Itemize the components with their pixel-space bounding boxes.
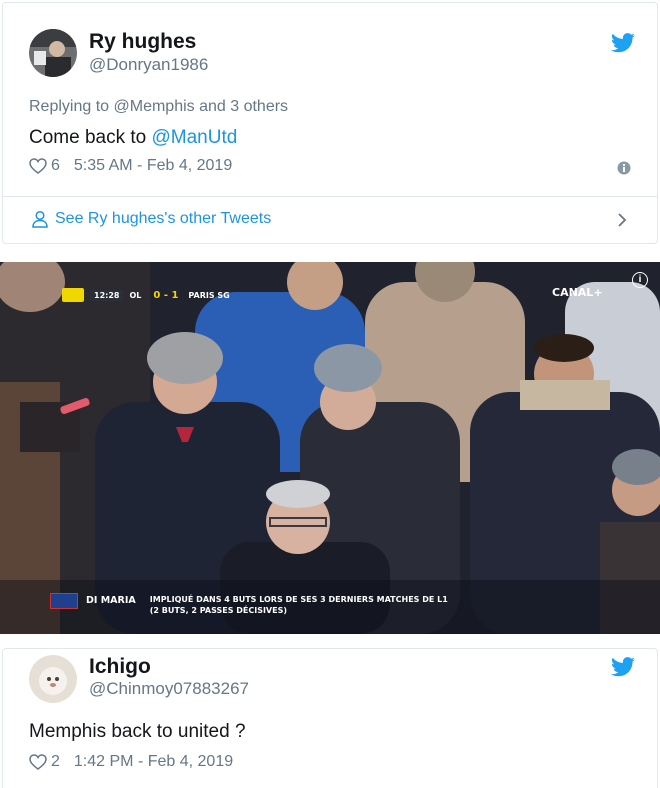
caption-text: IMPLIQUÉ DANS 4 BUTS LORS DE SES 3 DERNI…: [150, 594, 448, 616]
home-team: OL: [129, 290, 142, 300]
match-scorebar: 12:28 OL 0 - 1 PARIS SG: [62, 288, 230, 302]
replying-prefix: Replying to: [29, 98, 114, 115]
tweet-media-image[interactable]: 12:28 OL 0 - 1 PARIS SG CANAL+ i DI MARI…: [0, 262, 660, 634]
mention-link[interactable]: @ManUtd: [152, 127, 238, 148]
user-handle[interactable]: @Chinmoy07883267: [89, 679, 249, 699]
twitter-bird-icon[interactable]: [611, 657, 635, 677]
replying-to: Replying to @Memphis and 3 others: [29, 98, 288, 116]
info-icon[interactable]: [617, 161, 631, 175]
tweet-card-ry-hughes: Ry hughes @Donryan1986 Replying to @Memp…: [2, 2, 658, 197]
caption-line-2: (2 BUTS, 2 PASSES DÉCISIVES): [149, 606, 288, 615]
replying-to-link[interactable]: @Memphis: [114, 98, 195, 115]
user-handle[interactable]: @Donryan1986: [89, 55, 208, 75]
see-other-tweets-link[interactable]: See Ry hughes's other Tweets: [31, 210, 271, 228]
like-count: 6: [51, 157, 60, 174]
player-caption: DI MARIA IMPLIQUÉ DANS 4 BUTS LORS DE SE…: [50, 592, 520, 620]
heart-icon[interactable]: [29, 158, 47, 174]
display-name[interactable]: Ichigo: [89, 655, 151, 679]
tweet-text-body: Come back to: [29, 127, 152, 148]
timestamp[interactable]: 5:35 AM - Feb 4, 2019: [74, 157, 232, 175]
timestamp[interactable]: 1:42 PM - Feb 4, 2019: [74, 753, 233, 771]
replying-suffix[interactable]: and 3 others: [195, 98, 288, 115]
like-count: 2: [51, 753, 60, 770]
stadium-crowd-image: [0, 262, 660, 634]
avatar[interactable]: [29, 29, 77, 77]
tweet-meta: 6 5:35 AM - Feb 4, 2019: [29, 157, 232, 175]
media-info-icon[interactable]: i: [632, 272, 648, 288]
broadcaster-logo: CANAL+: [552, 286, 603, 299]
person-icon: [32, 210, 48, 228]
see-other-tweets-label[interactable]: See Ry hughes's other Tweets: [55, 210, 271, 228]
tweet-text: Come back to @ManUtd: [29, 127, 237, 149]
display-name[interactable]: Ry hughes: [89, 30, 196, 54]
match-clock: 12:28: [90, 289, 124, 301]
see-other-tweets-bar[interactable]: See Ry hughes's other Tweets: [2, 196, 658, 244]
tweet-meta: 2 1:42 PM - Feb 4, 2019: [29, 753, 233, 771]
caption-line-1: IMPLIQUÉ DANS 4 BUTS LORS DE SES 3 DERNI…: [149, 595, 448, 604]
away-team: PARIS SG: [188, 290, 230, 300]
twitter-bird-icon[interactable]: [611, 33, 635, 53]
tweet-text: Memphis back to united ?: [29, 721, 246, 742]
avatar[interactable]: [29, 655, 77, 703]
heart-icon[interactable]: [29, 754, 47, 770]
match-score: 0 - 1: [153, 289, 179, 301]
ligue1-logo-icon: [62, 288, 84, 302]
caption-player-name: DI MARIA: [86, 595, 136, 606]
tweet-card-ichigo: Ichigo @Chinmoy07883267 Memphis back to …: [2, 648, 658, 788]
psg-crest-icon: [50, 593, 78, 609]
chevron-right-icon[interactable]: [617, 212, 627, 228]
